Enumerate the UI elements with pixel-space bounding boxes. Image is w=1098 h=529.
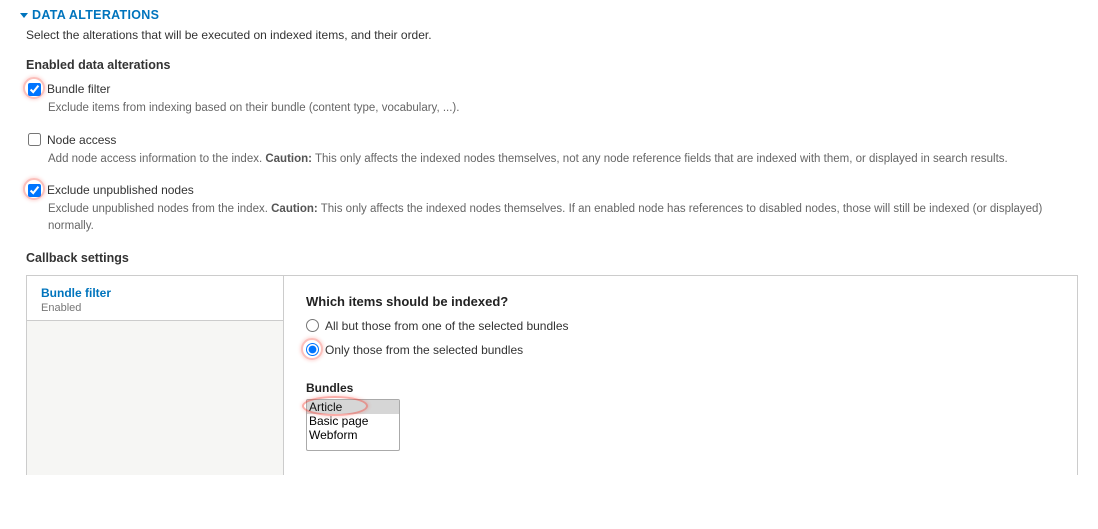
alteration-row: Node access Add node access information t… [28,133,1078,168]
alteration-row: Bundle filter Exclude items from indexing… [28,82,1078,117]
alteration-checkbox-line[interactable]: Bundle filter [28,82,1078,96]
bundles-option[interactable]: Basic page [307,414,399,428]
callback-tab-bundle-filter[interactable]: Bundle filter Enabled [27,276,283,321]
callback-tab-title: Bundle filter [41,286,269,300]
callback-settings-title: Callback settings [26,251,1078,265]
alteration-description: Add node access information to the index… [48,151,1078,168]
alteration-description: Exclude unpublished nodes from the index… [48,201,1078,234]
alteration-label: Bundle filter [47,82,110,96]
callback-panel: Bundle filter Enabled Which items should… [26,275,1078,475]
bundles-title: Bundles [306,381,1055,395]
bundles-select[interactable]: ArticleBasic pageWebform [306,399,400,451]
alteration-checkbox[interactable] [28,184,41,197]
alteration-checkbox[interactable] [28,83,41,96]
alteration-label: Node access [47,133,116,147]
which-radio[interactable] [306,343,319,356]
chevron-down-icon [20,13,28,18]
enabled-alterations-title: Enabled data alterations [26,58,1078,72]
section-description: Select the alterations that will be exec… [26,28,1078,42]
which-radio[interactable] [306,319,319,332]
section-title: DATA ALTERATIONS [32,8,159,22]
alteration-label: Exclude unpublished nodes [47,183,194,197]
callback-content: Which items should be indexed? All but t… [284,276,1077,475]
which-radio-label: Only those from the selected bundles [325,343,523,357]
alteration-checkbox[interactable] [28,133,41,146]
callback-sidebar: Bundle filter Enabled [27,276,284,475]
which-radio-row[interactable]: All but those from one of the selected b… [306,319,1055,333]
bundles-option[interactable]: Webform [307,428,399,442]
section-header[interactable]: DATA ALTERATIONS [20,8,1078,22]
which-radio-label: All but those from one of the selected b… [325,319,569,333]
which-radio-row[interactable]: Only those from the selected bundles [306,343,1055,357]
callback-sidebar-fill [27,321,283,475]
alteration-checkbox-line[interactable]: Exclude unpublished nodes [28,183,1078,197]
which-items-title: Which items should be indexed? [306,294,1055,309]
callback-tab-status: Enabled [41,302,269,314]
alteration-description: Exclude items from indexing based on the… [48,100,1078,117]
alteration-row: Exclude unpublished nodes Exclude unpubli… [28,183,1078,234]
bundles-option[interactable]: Article [307,400,399,414]
alteration-checkbox-line[interactable]: Node access [28,133,1078,147]
